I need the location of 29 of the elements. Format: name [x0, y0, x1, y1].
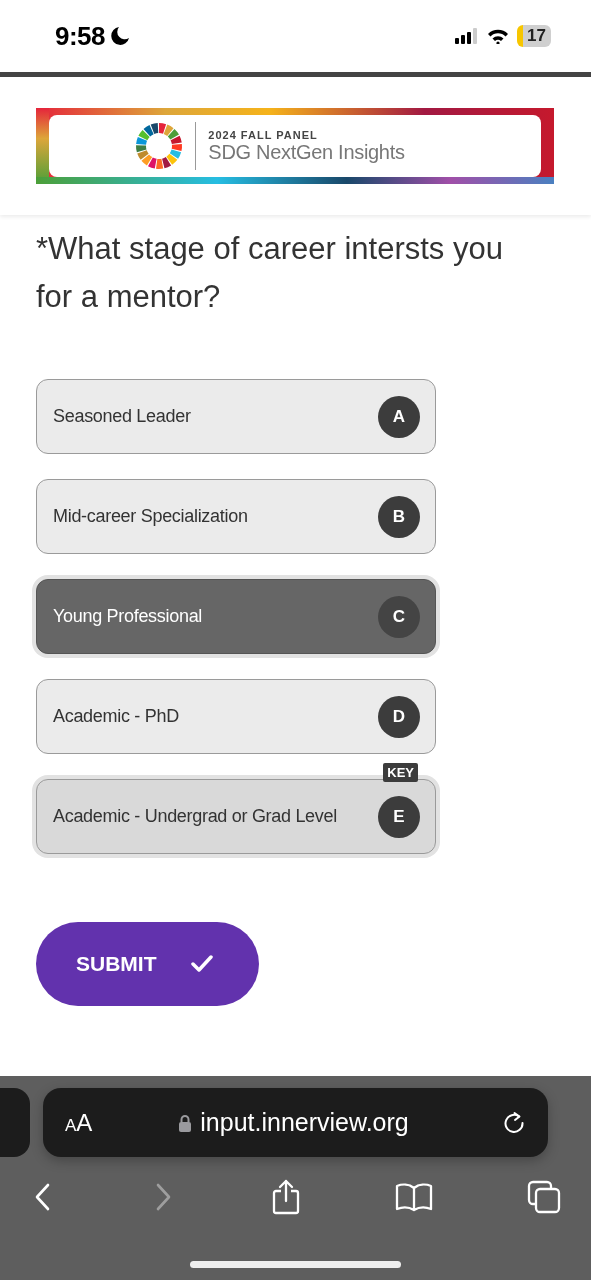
banner-kicker: 2024 FALL PANEL — [208, 128, 319, 141]
wheel-logo-icon — [135, 122, 184, 170]
question-text: *What stage of career intersts you for a mentor? — [36, 230, 504, 316]
reload-icon[interactable] — [502, 1110, 526, 1135]
address-bar[interactable]: AA input.innerview.org — [43, 1088, 548, 1157]
answer-option[interactable]: Academic - PhD D — [36, 679, 436, 754]
book-icon[interactable] — [394, 1182, 433, 1212]
lock-icon — [178, 1113, 193, 1132]
share-icon[interactable] — [270, 1179, 301, 1215]
wifi-icon — [487, 28, 510, 44]
answer-option[interactable]: Seasoned Leader A — [36, 379, 436, 454]
answer-option[interactable]: Mid-career Specialization B — [36, 479, 436, 554]
key-letter: D — [378, 695, 420, 738]
submit-button[interactable]: SUBMIT — [36, 922, 259, 1006]
key-letter: A — [378, 395, 420, 438]
moon-icon — [110, 26, 131, 46]
checkmark-icon — [190, 955, 213, 973]
url-text: input.innerview.org — [200, 1108, 409, 1137]
key-letter: B — [378, 495, 420, 538]
banner-title: SDG NextGen Insights — [208, 140, 405, 164]
key-badge: KEY — [383, 763, 418, 782]
text-size-button[interactable]: AA — [65, 1108, 125, 1137]
battery-indicator: 17 — [517, 25, 551, 47]
tabs-icon[interactable] — [527, 1180, 561, 1214]
signal-icon — [455, 28, 480, 44]
key-letter: C — [378, 595, 420, 638]
clock-time: 9:58 — [55, 20, 106, 52]
key-letter: E — [378, 795, 420, 838]
tab-preview[interactable] — [0, 1088, 30, 1157]
